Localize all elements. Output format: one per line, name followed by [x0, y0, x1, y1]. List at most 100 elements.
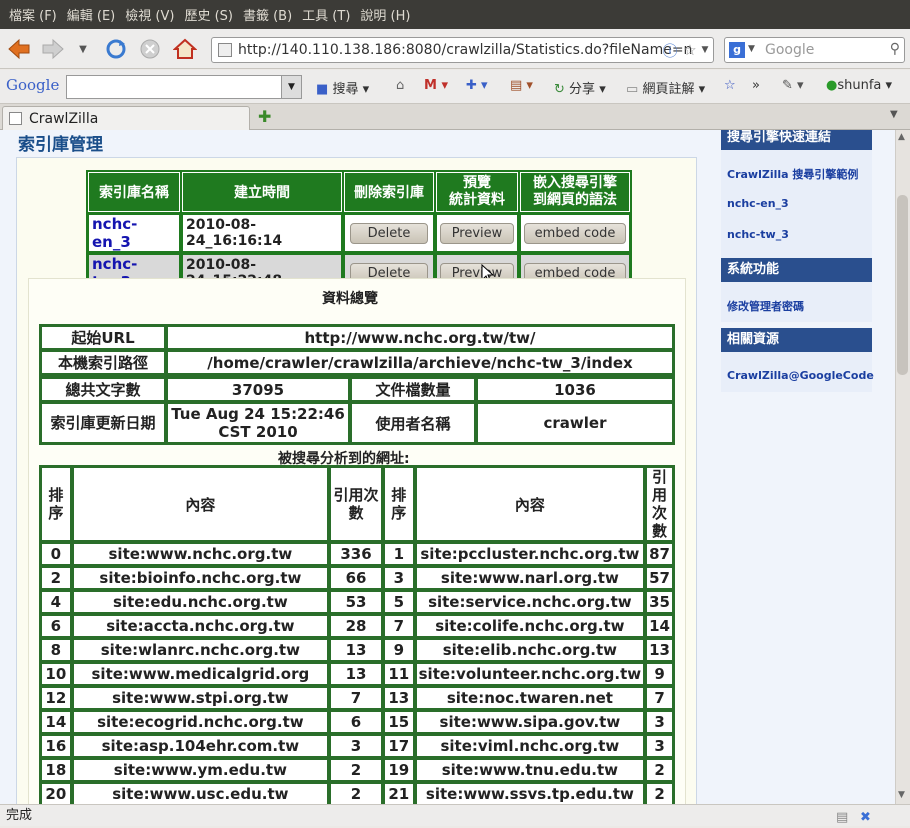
search-icon[interactable]: ⚲ [890, 41, 900, 57]
table-row: nchc-en_3 2010-08-24_16:16:14 Delete Pre… [88, 214, 630, 252]
google-search-input[interactable]: ▼ [66, 75, 302, 99]
count-cell: 13 [330, 663, 382, 685]
scroll-up-icon[interactable]: ▲ [898, 132, 905, 142]
user-label: 使用者名稱 [351, 403, 475, 443]
menu-item[interactable]: 編輯 (E) [67, 5, 116, 24]
count-cell: 2 [646, 783, 673, 804]
notes-icon: ▭ [626, 82, 639, 97]
col-rank: 排序 [383, 467, 414, 541]
count-cell: 57 [646, 567, 673, 589]
table-row: 0 site:www.nchc.org.tw 336 1 site:pccluster.… [41, 543, 673, 565]
content-cell: site:service.nchc.org.tw [415, 591, 645, 613]
table-row: 6 site:accta.nchc.org.tw 28 7 site:colife.nc… [41, 615, 673, 637]
content-cell: site:asp.104ehr.com.tw [72, 735, 329, 757]
back-button[interactable] [6, 36, 32, 62]
content-cell: site:www.usc.edu.tw [72, 783, 329, 804]
history-dropdown-icon[interactable]: ▼ [74, 36, 92, 62]
wrench-icon[interactable]: ✎ ▾ [782, 78, 804, 93]
count-cell: 3 [330, 735, 382, 757]
forward-button[interactable] [40, 36, 66, 62]
gmail-icon[interactable]: M ▾ [424, 78, 448, 93]
user-account[interactable]: ●shunfa ▾ [826, 78, 892, 93]
bank-icon[interactable]: ⌂ [396, 78, 404, 93]
count-cell: 2 [646, 759, 673, 781]
sidebar-link-change-password[interactable]: 修改管理者密碼 [727, 298, 804, 314]
menu-item[interactable]: 歷史 (S) [184, 5, 233, 24]
table-row: 20 site:www.usc.edu.tw 2 21 site:www.ssvs.tp… [41, 783, 673, 804]
reload-icon [106, 39, 126, 59]
address-bar[interactable]: http://140.110.138.186:8080/crawlzilla/S… [211, 37, 714, 63]
col-rank: 排序 [41, 467, 71, 541]
notes-status-icon[interactable]: ▤ [836, 807, 848, 828]
total-words-label: 總共文字數 [41, 378, 165, 401]
updated-value: Tue Aug 24 15:22:46 CST 2010 [167, 403, 349, 443]
stop-icon [140, 39, 160, 59]
share-icon: ↻ [554, 82, 565, 97]
content-cell: site:www.narl.org.tw [415, 567, 645, 589]
created-time: 2010-08-24_16:16:14 [182, 214, 342, 252]
menu-item[interactable]: 說明 (H) [360, 5, 410, 24]
sidebar-link-crawlzilla-example[interactable]: CrawlZilla 搜尋引擎範例 [727, 166, 858, 182]
index-name-link[interactable]: nchc-en_3 [88, 214, 180, 252]
doc-count-label: 文件檔數量 [351, 378, 475, 401]
content-cell: site:ecogrid.nchc.org.tw [72, 711, 329, 733]
count-cell: 35 [646, 591, 673, 613]
star-icon[interactable]: ☆ [724, 78, 736, 93]
reload-button[interactable] [104, 36, 128, 62]
preview-button[interactable]: Preview [440, 222, 514, 244]
menu-item[interactable]: 檔案 (F) [9, 5, 57, 24]
search-box[interactable]: g ▼ Google ⚲ [724, 37, 905, 63]
sidebar-link-nchc-en-3[interactable]: nchc-en_3 [727, 197, 789, 210]
tab-bar: CrawlZilla ✚ ▼ [0, 104, 910, 131]
google-search-button[interactable]: ■ 搜尋 ▾ [316, 78, 369, 97]
google-search-dropdown-icon[interactable]: ▼ [281, 76, 301, 98]
bookmark-tool-icon[interactable]: ▤ ▾ [510, 78, 533, 93]
sidebar-link-nchc-tw-3[interactable]: nchc-tw_3 [727, 228, 789, 241]
rank-cell: 8 [41, 639, 71, 661]
menu-item[interactable]: 書籤 (B) [243, 5, 292, 24]
user-value: crawler [477, 403, 673, 443]
status-bar: 完成 ▤ ✖ [0, 804, 910, 826]
plus-icon[interactable]: ✚ ▾ [466, 78, 488, 93]
header-delete: 刪除索引庫 [344, 172, 434, 212]
scroll-down-icon[interactable]: ▼ [898, 790, 905, 800]
table-row: 14 site:ecogrid.nchc.org.tw 6 15 site:www.si… [41, 711, 673, 733]
home-icon [173, 38, 197, 59]
site-info-icon[interactable]: ⓘ [660, 37, 680, 63]
rank-cell: 10 [41, 663, 71, 685]
back-arrow-icon [8, 38, 30, 60]
bookmark-star-icon[interactable]: ☆ [682, 37, 698, 63]
new-tab-icon[interactable]: ✚ [258, 107, 271, 126]
tab-page-icon [9, 112, 22, 125]
col-count: 引用次數 [330, 467, 382, 541]
overflow-chevron-icon[interactable]: » [752, 78, 760, 93]
username-label: shunfa [837, 78, 882, 93]
stop-button[interactable] [138, 36, 162, 62]
content-cell: site:wlanrc.nchc.org.tw [72, 639, 329, 661]
url-dropdown-icon[interactable]: ▼ [698, 37, 712, 63]
sidebar-link-googlecode[interactable]: CrawlZilla@GoogleCode [727, 369, 874, 382]
notes-button[interactable]: ▭ 網頁註解 ▾ [626, 78, 705, 97]
embed-code-button[interactable]: embed code [524, 222, 626, 244]
rank-cell: 2 [41, 567, 71, 589]
total-words-value: 37095 [167, 378, 349, 401]
status-text: 完成 [6, 808, 33, 823]
content-cell: site:www.tnu.edu.tw [415, 759, 645, 781]
count-cell: 7 [646, 687, 673, 709]
tab-crawlzilla[interactable]: CrawlZilla [2, 106, 250, 131]
menu-item[interactable]: 檢視 (V) [125, 5, 174, 24]
table-row: 2 site:bioinfo.nchc.org.tw 66 3 site:www.nar… [41, 567, 673, 589]
addon-status-icon[interactable]: ✖ [860, 807, 871, 828]
delete-button[interactable]: Delete [350, 222, 428, 244]
rank-cell: 9 [383, 639, 414, 661]
tab-list-icon[interactable]: ▼ [890, 109, 898, 120]
header-index-name: 索引庫名稱 [88, 172, 180, 212]
menu-item[interactable]: 工具 (T) [302, 5, 350, 24]
count-cell: 3 [646, 711, 673, 733]
share-button[interactable]: ↻ 分享 ▾ [554, 78, 606, 97]
tab-title: CrawlZilla [29, 111, 99, 127]
engine-dropdown-icon[interactable]: ▼ [748, 44, 755, 54]
scrollbar-thumb[interactable] [897, 195, 908, 375]
content-cell: site:accta.nchc.org.tw [72, 615, 329, 637]
home-button[interactable] [172, 36, 198, 62]
